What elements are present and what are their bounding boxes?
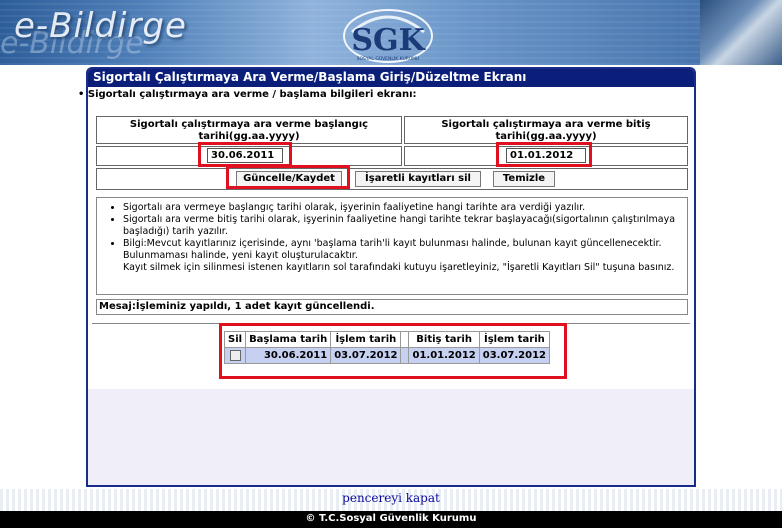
info-item: Bilgi:Mevcut kayıtlarınız içerisinde, ay… xyxy=(123,238,679,262)
copyright-bar: © T.C.Sosyal Güvenlik Kurumu xyxy=(0,511,782,528)
end-date-label: Sigortalı çalıştırmaya ara verme bitiş t… xyxy=(404,116,688,144)
portrait-image xyxy=(700,0,782,65)
start-date-label: Sigortalı çalıştırmaya ara verme başlang… xyxy=(96,116,402,144)
info-item: Sigortalı ara verme bitiş tarihi olarak,… xyxy=(123,214,679,238)
info-note: Kayıt silmek için silinmesi istenen kayı… xyxy=(123,262,675,273)
clear-button[interactable]: Temizle xyxy=(493,171,555,187)
main-window: Sigortalı Çalıştırmaya Ara Verme/Başlama… xyxy=(78,67,696,487)
header-banner: e-Bildirge e-Bildirge SGK SOSYAL GÜVENLİ… xyxy=(0,0,782,65)
status-message: Mesaj:İşleminiz yapıldı, 1 adet kayıt gü… xyxy=(96,299,688,315)
info-panel: Sigortalı ara vermeye başlangıç tarihi o… xyxy=(96,197,688,295)
sgk-emblem-subtext: SOSYAL GÜVENLİK KURUMU xyxy=(357,55,420,62)
highlight-records-table xyxy=(219,323,567,379)
window-title: Sigortalı Çalıştırmaya Ara Verme/Başlama… xyxy=(88,69,694,87)
highlight-start-date xyxy=(198,142,292,167)
delete-marked-button[interactable]: İşaretli kayıtları sil xyxy=(355,171,481,187)
close-window-link[interactable]: pencereyi kapat xyxy=(0,491,782,505)
highlight-update-button xyxy=(226,165,350,189)
e-bildirge-logo: e-Bildirge xyxy=(14,6,187,46)
info-item: Sigortalı ara vermeye başlangıç tarihi o… xyxy=(123,202,679,214)
highlight-end-date xyxy=(496,142,592,167)
info-list: Sigortalı ara vermeye başlangıç tarihi o… xyxy=(123,202,679,262)
sgk-emblem-icon: SGK SOSYAL GÜVENLİK KURUMU xyxy=(343,9,433,63)
form-subtitle: • Sigortalı çalıştırmaya ara verme / baş… xyxy=(78,89,417,100)
sgk-emblem-text: SGK xyxy=(351,23,425,58)
